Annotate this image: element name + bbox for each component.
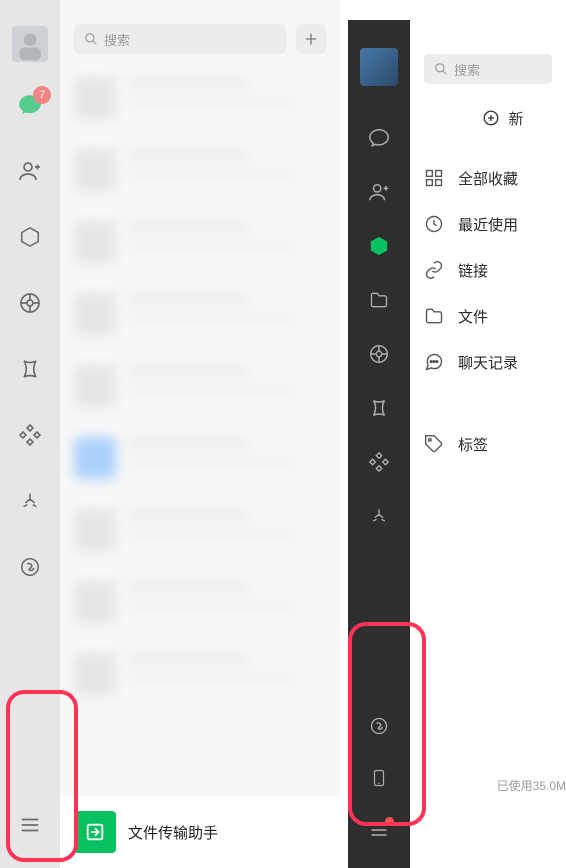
favorites-category-list: 全部收藏 最近使用 链接 文件 聊天记录 标签 (410, 162, 566, 460)
new-button-label: 新 (508, 108, 523, 129)
channels-tab[interactable] (17, 356, 43, 382)
add-button[interactable] (296, 24, 326, 54)
category-label: 文件 (458, 306, 488, 327)
chat-item[interactable] (60, 278, 340, 350)
search-placeholder: 搜索 (454, 60, 480, 79)
search-input[interactable]: 搜索 (74, 24, 286, 54)
menu-button[interactable] (367, 818, 391, 842)
chats-tab[interactable] (367, 126, 391, 150)
category-label: 最近使用 (458, 214, 518, 235)
chat-item[interactable] (60, 638, 340, 710)
pinned-chat-label: 文件传输助手 (128, 822, 218, 843)
category-links[interactable]: 链接 (424, 254, 566, 286)
file-transfer-icon (74, 811, 116, 853)
user-avatar[interactable] (12, 26, 48, 62)
miniprogram-tab[interactable] (17, 554, 43, 580)
dark-sidebar-rail (348, 20, 410, 868)
search-tab[interactable] (367, 504, 391, 528)
notification-dot-icon (385, 817, 394, 826)
tag-icon (424, 434, 444, 454)
files-tab[interactable] (367, 288, 391, 312)
chat-list[interactable] (60, 62, 340, 868)
chat-item[interactable] (60, 206, 340, 278)
chat-item[interactable] (60, 566, 340, 638)
chat-item[interactable] (60, 350, 340, 422)
chat-item[interactable] (60, 62, 340, 134)
category-label: 链接 (458, 260, 488, 281)
clock-icon (424, 214, 444, 234)
grid-icon (424, 168, 444, 188)
search-tab[interactable] (17, 488, 43, 514)
discover-tab[interactable] (367, 450, 391, 474)
category-files[interactable]: 文件 (424, 300, 566, 332)
moments-tab[interactable] (17, 290, 43, 316)
chat-icon (424, 352, 444, 372)
favorites-tab[interactable] (17, 224, 43, 250)
menu-button[interactable] (17, 812, 43, 838)
left-sidebar-rail: 7 (0, 0, 60, 868)
chat-item[interactable] (60, 134, 340, 206)
folder-icon (424, 306, 444, 326)
miniprogram-button[interactable] (367, 714, 391, 738)
category-tags[interactable]: 标签 (424, 428, 566, 460)
chat-item[interactable] (60, 422, 340, 494)
search-placeholder: 搜索 (104, 30, 130, 49)
link-icon (424, 260, 444, 280)
pinned-chat-row[interactable]: 文件传输助手 (60, 796, 340, 868)
storage-text: 已使用35.0M (410, 777, 566, 794)
contacts-tab[interactable] (367, 180, 391, 204)
category-label: 全部收藏 (458, 168, 518, 189)
user-avatar[interactable] (360, 48, 398, 86)
chat-item[interactable] (60, 494, 340, 566)
category-recent[interactable]: 最近使用 (424, 208, 566, 240)
category-label: 聊天记录 (458, 352, 518, 373)
category-chatlog[interactable]: 聊天记录 (424, 346, 566, 378)
plus-circle-icon (482, 109, 500, 127)
wechat-dark-window: 搜索 新 全部收藏 最近使用 链接 文件 (340, 0, 566, 868)
search-input[interactable]: 搜索 (424, 54, 552, 84)
discover-tab[interactable] (17, 422, 43, 448)
unread-badge: 7 (33, 86, 51, 104)
favorites-panel: 搜索 新 全部收藏 最近使用 链接 文件 (410, 20, 566, 868)
mobile-button[interactable] (367, 766, 391, 790)
category-all[interactable]: 全部收藏 (424, 162, 566, 194)
channels-tab[interactable] (367, 396, 391, 420)
chats-tab[interactable]: 7 (17, 92, 43, 118)
favorites-tab[interactable] (367, 234, 391, 258)
category-label: 标签 (458, 434, 488, 455)
wechat-light-window: 7 搜索 (0, 0, 340, 868)
chat-list-panel: 搜索 (60, 0, 340, 868)
moments-tab[interactable] (367, 342, 391, 366)
new-favorite-button[interactable]: 新 (424, 100, 552, 136)
contacts-tab[interactable] (17, 158, 43, 184)
